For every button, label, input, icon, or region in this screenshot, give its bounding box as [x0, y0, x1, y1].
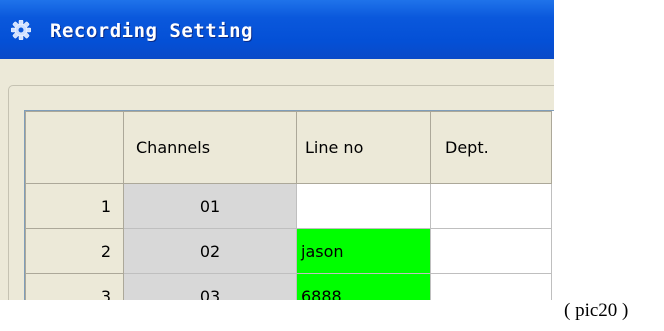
- channel-cell[interactable]: 03: [123, 273, 297, 300]
- channel-cell[interactable]: 01: [123, 183, 297, 229]
- figure-caption: ( pic20 ): [564, 300, 629, 321]
- window-title: Recording Setting: [50, 20, 253, 42]
- channel-cell[interactable]: 02: [123, 228, 297, 274]
- table-row: 3 03 6888: [25, 273, 552, 300]
- gear-icon: [11, 20, 31, 40]
- column-header-channels[interactable]: Channels: [123, 111, 297, 184]
- line-no-cell[interactable]: 6888: [296, 273, 431, 300]
- column-header-dept[interactable]: Dept.: [430, 111, 552, 184]
- dept-cell[interactable]: [430, 273, 552, 300]
- row-header[interactable]: 1: [25, 183, 124, 229]
- recording-grid[interactable]: Channels Line no Dept. 1 01 2 02 jason 3…: [24, 110, 554, 300]
- line-no-cell[interactable]: jason: [296, 228, 431, 274]
- row-header[interactable]: 3: [25, 273, 124, 300]
- row-header[interactable]: 2: [25, 228, 124, 274]
- table-row: 2 02 jason: [25, 228, 552, 274]
- corner-header-cell[interactable]: [25, 111, 124, 184]
- dept-cell[interactable]: [430, 228, 552, 274]
- title-bar[interactable]: Recording Setting: [0, 0, 554, 59]
- recording-setting-window: Recording Setting Channels Line no Dept.…: [0, 0, 554, 300]
- header-row: Channels Line no Dept.: [25, 111, 552, 184]
- column-header-line-no[interactable]: Line no: [296, 111, 431, 184]
- table-row: 1 01: [25, 183, 552, 229]
- line-no-cell[interactable]: [296, 183, 431, 229]
- dept-cell[interactable]: [430, 183, 552, 229]
